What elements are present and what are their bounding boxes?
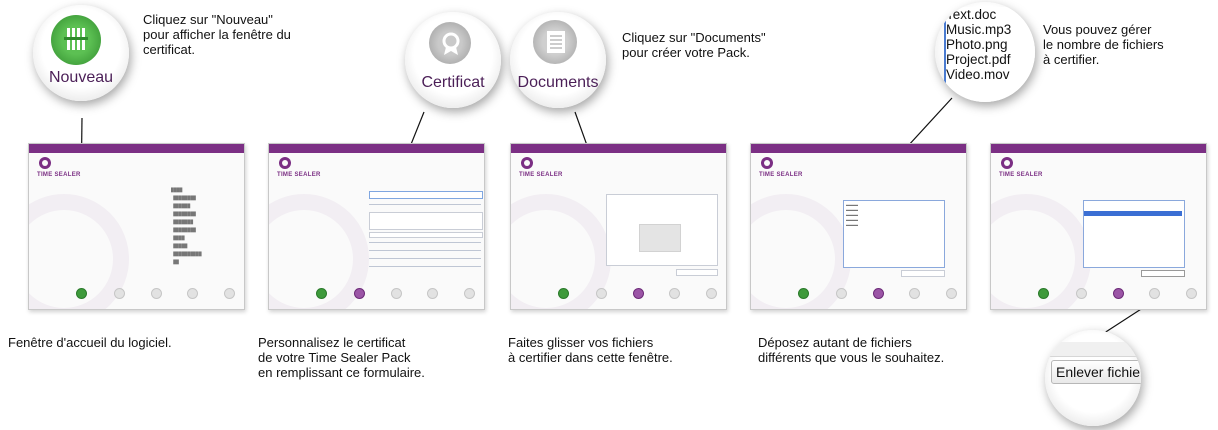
logo-icon <box>521 157 533 169</box>
enlever-magnifier: Enlever fichier <box>1045 330 1141 426</box>
documents-icon <box>546 30 566 54</box>
nouveau-label[interactable]: Nouveau <box>33 69 129 87</box>
caption-documents: Faites glisser vos fichiers à certifier … <box>508 335 673 365</box>
screenshot-welcome: TIME SEALER ████ ████████ ██████ ███████… <box>28 143 245 310</box>
certificat-label[interactable]: Certificat <box>405 74 501 92</box>
callout-documents: Cliquez sur "Documents" pour créer votre… <box>622 30 766 60</box>
file-list: Text.doc Music.mp3 Photo.png Project.pdf… <box>944 7 1035 102</box>
nouveau-icon <box>64 25 88 53</box>
caption-files: Déposez autant de fichiers différents qu… <box>758 335 945 365</box>
documents-magnifier: Documents <box>510 12 606 108</box>
file-item[interactable]: Text.doc <box>946 7 1035 22</box>
logo-icon <box>279 157 291 169</box>
enlever-fichier-label: Enlever fichier <box>1056 364 1141 380</box>
screenshot-file-selected: TIME SEALER <box>990 143 1207 310</box>
enlever-fichier-button[interactable]: Enlever fichier <box>1051 360 1141 384</box>
logo-icon <box>39 157 51 169</box>
file-list-magnifier: Text.doc Music.mp3 Photo.png Project.pdf… <box>935 2 1035 102</box>
documents-label[interactable]: Documents <box>510 74 606 92</box>
screenshot-documents-drop: TIME SEALER <box>510 143 727 310</box>
logo-icon <box>1001 157 1013 169</box>
file-item[interactable]: Photo.png <box>946 37 1035 52</box>
nouveau-magnifier: Nouveau <box>33 5 129 101</box>
certificat-magnifier: Certificat <box>405 12 501 108</box>
caption-certificate: Personnalisez le certificat de votre Tim… <box>258 335 425 380</box>
logo-icon <box>761 157 773 169</box>
file-item[interactable]: Music.mp3 <box>946 22 1035 37</box>
callout-gerer: Vous pouvez gérer le nombre de fichiers … <box>1043 22 1164 67</box>
file-item[interactable]: Project.pdf <box>946 52 1035 67</box>
callout-nouveau: Cliquez sur "Nouveau" pour afficher la f… <box>143 12 291 57</box>
screenshot-certificate-form: TIME SEALER <box>268 143 485 310</box>
certificat-icon <box>440 30 462 56</box>
file-item[interactable]: Video.mov <box>946 67 1035 82</box>
caption-welcome: Fenêtre d'accueil du logiciel. <box>8 335 172 350</box>
screenshot-files-listed: TIME SEALER ▬▬▬ ▬▬▬ ▬▬▬ ▬▬▬ ▬▬▬ <box>750 143 967 310</box>
